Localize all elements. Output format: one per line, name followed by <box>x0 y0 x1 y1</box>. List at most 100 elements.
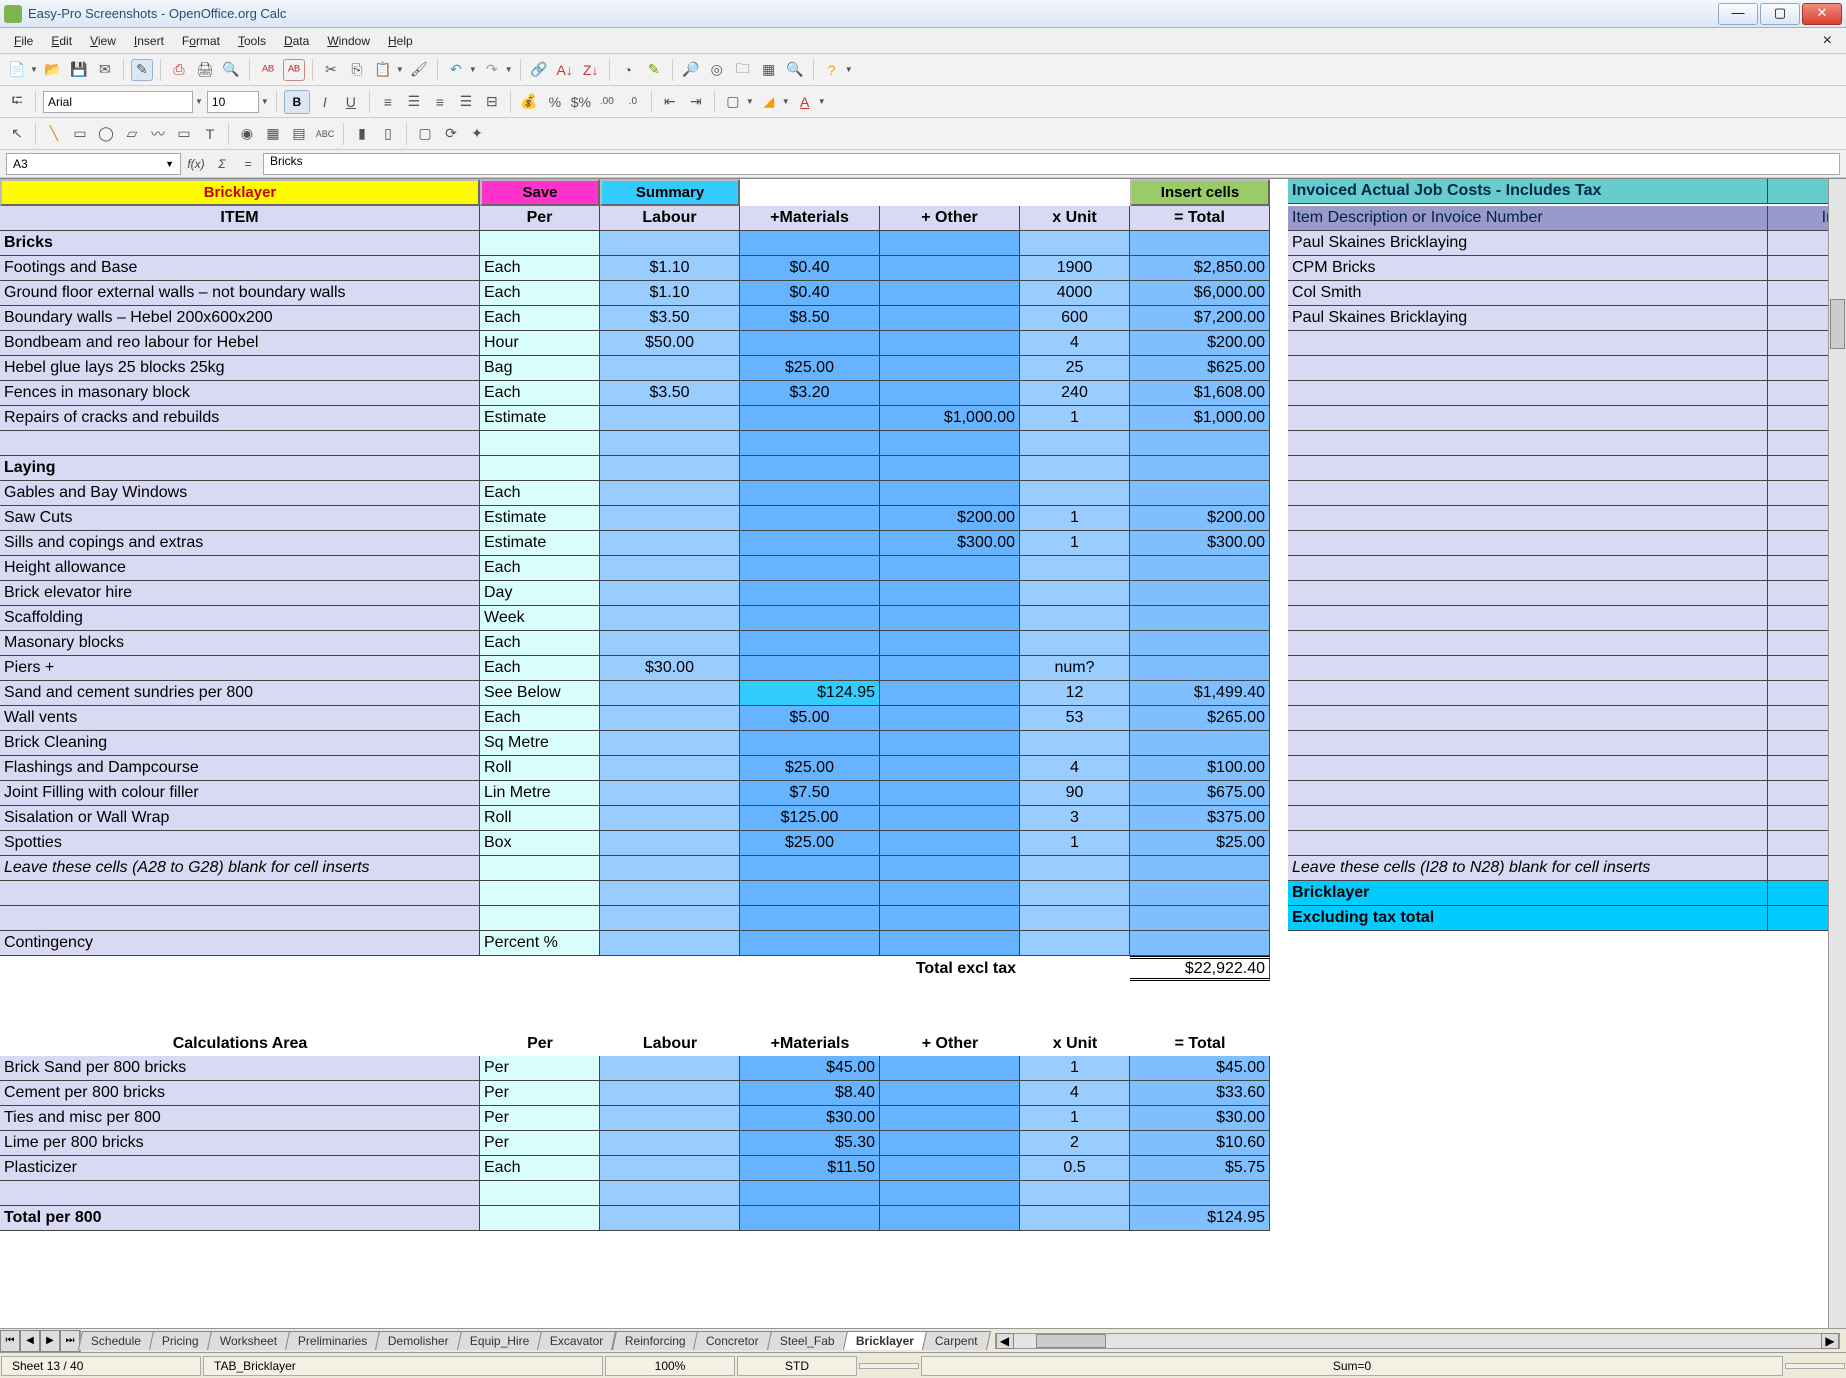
cell[interactable]: $1.10 <box>600 256 740 281</box>
cell[interactable] <box>600 806 740 831</box>
cell[interactable] <box>1288 1056 1768 1081</box>
menu-edit[interactable]: Edit <box>43 31 80 51</box>
autospell-icon[interactable]: ᴬᴮ <box>283 59 305 81</box>
cell[interactable] <box>1288 506 1768 531</box>
cell[interactable] <box>740 406 880 431</box>
cell[interactable]: $45.00 <box>740 1056 880 1081</box>
cell[interactable] <box>600 356 740 381</box>
cell[interactable] <box>740 631 880 656</box>
cell[interactable] <box>600 481 740 506</box>
cell[interactable] <box>1130 581 1270 606</box>
cell[interactable] <box>880 231 1020 256</box>
cell[interactable] <box>880 1106 1020 1131</box>
cell[interactable] <box>0 881 480 906</box>
cell[interactable] <box>600 581 740 606</box>
align-right-icon[interactable]: ≡ <box>429 91 451 113</box>
cell[interactable]: Week <box>480 606 600 631</box>
cell[interactable] <box>600 731 740 756</box>
cell[interactable]: Paul Skaines Bricklaying <box>1288 306 1768 331</box>
tab-next-icon[interactable]: ▶ <box>40 1330 60 1352</box>
email-icon[interactable]: ✉ <box>94 59 116 81</box>
cell[interactable] <box>1270 906 1288 931</box>
cell[interactable]: Estimate <box>480 506 600 531</box>
cell[interactable] <box>880 631 1020 656</box>
cell[interactable] <box>1288 356 1768 381</box>
cell[interactable]: 90 <box>1020 781 1130 806</box>
cell[interactable]: Bondbeam and reo labour for Hebel <box>0 331 480 356</box>
cell[interactable] <box>740 731 880 756</box>
cell[interactable]: Estimate <box>480 531 600 556</box>
cell[interactable] <box>880 456 1020 481</box>
cell[interactable] <box>1288 381 1768 406</box>
cell[interactable] <box>880 1131 1020 1156</box>
cell[interactable] <box>880 606 1020 631</box>
summary-button[interactable]: Summary <box>600 179 740 206</box>
from-file-icon[interactable]: ⟳ <box>440 123 462 145</box>
cell[interactable]: $0.40 <box>740 281 880 306</box>
cell[interactable] <box>1270 506 1288 531</box>
cell[interactable] <box>1020 731 1130 756</box>
cell[interactable]: Contingency <box>0 931 480 956</box>
cell[interactable]: $11.50 <box>740 1156 880 1181</box>
inc-indent-icon[interactable]: ⇥ <box>685 91 707 113</box>
cell[interactable]: Brick Sand per 800 bricks <box>0 1056 480 1081</box>
cell[interactable] <box>0 981 480 1006</box>
cell[interactable] <box>600 706 740 731</box>
cell[interactable]: Per <box>480 1081 600 1106</box>
cell[interactable] <box>1270 1206 1288 1231</box>
cell[interactable]: $25.00 <box>1130 831 1270 856</box>
sheet-tab-excavator[interactable]: Excavator <box>537 1331 616 1350</box>
cell[interactable] <box>600 431 740 456</box>
cell[interactable] <box>1130 881 1270 906</box>
cell[interactable] <box>1130 856 1270 881</box>
cell[interactable]: Total per 800 <box>0 1206 480 1231</box>
cell[interactable] <box>880 881 1020 906</box>
cell[interactable] <box>1020 631 1130 656</box>
cell[interactable] <box>740 331 880 356</box>
cell[interactable]: 3 <box>1020 806 1130 831</box>
cell[interactable] <box>600 781 740 806</box>
bold-button[interactable]: B <box>284 90 310 114</box>
cell[interactable] <box>880 856 1020 881</box>
italic-button[interactable]: I <box>314 91 336 113</box>
cell[interactable] <box>880 1056 1020 1081</box>
cell[interactable] <box>1130 1006 1270 1031</box>
cell[interactable]: $5.00 <box>740 706 880 731</box>
cell[interactable]: Lime per 800 bricks <box>0 1131 480 1156</box>
cell[interactable] <box>1270 1081 1288 1106</box>
datasources-icon[interactable]: ▦ <box>758 59 780 81</box>
cell[interactable]: 600 <box>1020 306 1130 331</box>
cell[interactable] <box>1270 756 1288 781</box>
cell[interactable]: Estimate <box>480 406 600 431</box>
merge-icon[interactable]: ⊟ <box>481 91 503 113</box>
cell[interactable] <box>0 1181 480 1206</box>
formula-input[interactable]: Bricks <box>263 153 1840 175</box>
sheet-tab-reinforcing[interactable]: Reinforcing <box>612 1331 699 1350</box>
cell[interactable] <box>1288 556 1768 581</box>
cell[interactable]: Flashings and Dampcourse <box>0 756 480 781</box>
cell[interactable] <box>1020 556 1130 581</box>
cell[interactable] <box>480 1006 600 1031</box>
cell[interactable]: Each <box>480 1156 600 1181</box>
cell[interactable] <box>1270 956 1288 981</box>
callout-icon[interactable]: ◉ <box>236 123 258 145</box>
cell[interactable] <box>600 531 740 556</box>
cell[interactable] <box>740 481 880 506</box>
bgcolor-icon[interactable]: ◢ <box>758 91 780 113</box>
redo-icon[interactable]: ↷ <box>481 59 503 81</box>
cell[interactable] <box>1020 481 1130 506</box>
cell[interactable] <box>1288 681 1768 706</box>
cell[interactable] <box>480 431 600 456</box>
cell[interactable] <box>880 556 1020 581</box>
cell[interactable]: + Other <box>880 206 1020 231</box>
cell[interactable]: $3.20 <box>740 381 880 406</box>
cell[interactable]: Gables and Bay Windows <box>0 481 480 506</box>
cell[interactable] <box>1288 406 1768 431</box>
cell[interactable]: Per <box>480 1106 600 1131</box>
cell[interactable] <box>1288 1031 1768 1056</box>
cell[interactable] <box>1270 806 1288 831</box>
cell[interactable]: Wall vents <box>0 706 480 731</box>
cell[interactable]: Bricks <box>0 231 480 256</box>
cell[interactable]: $50.00 <box>600 331 740 356</box>
insert-cells-button[interactable]: Insert cells <box>1130 179 1270 206</box>
